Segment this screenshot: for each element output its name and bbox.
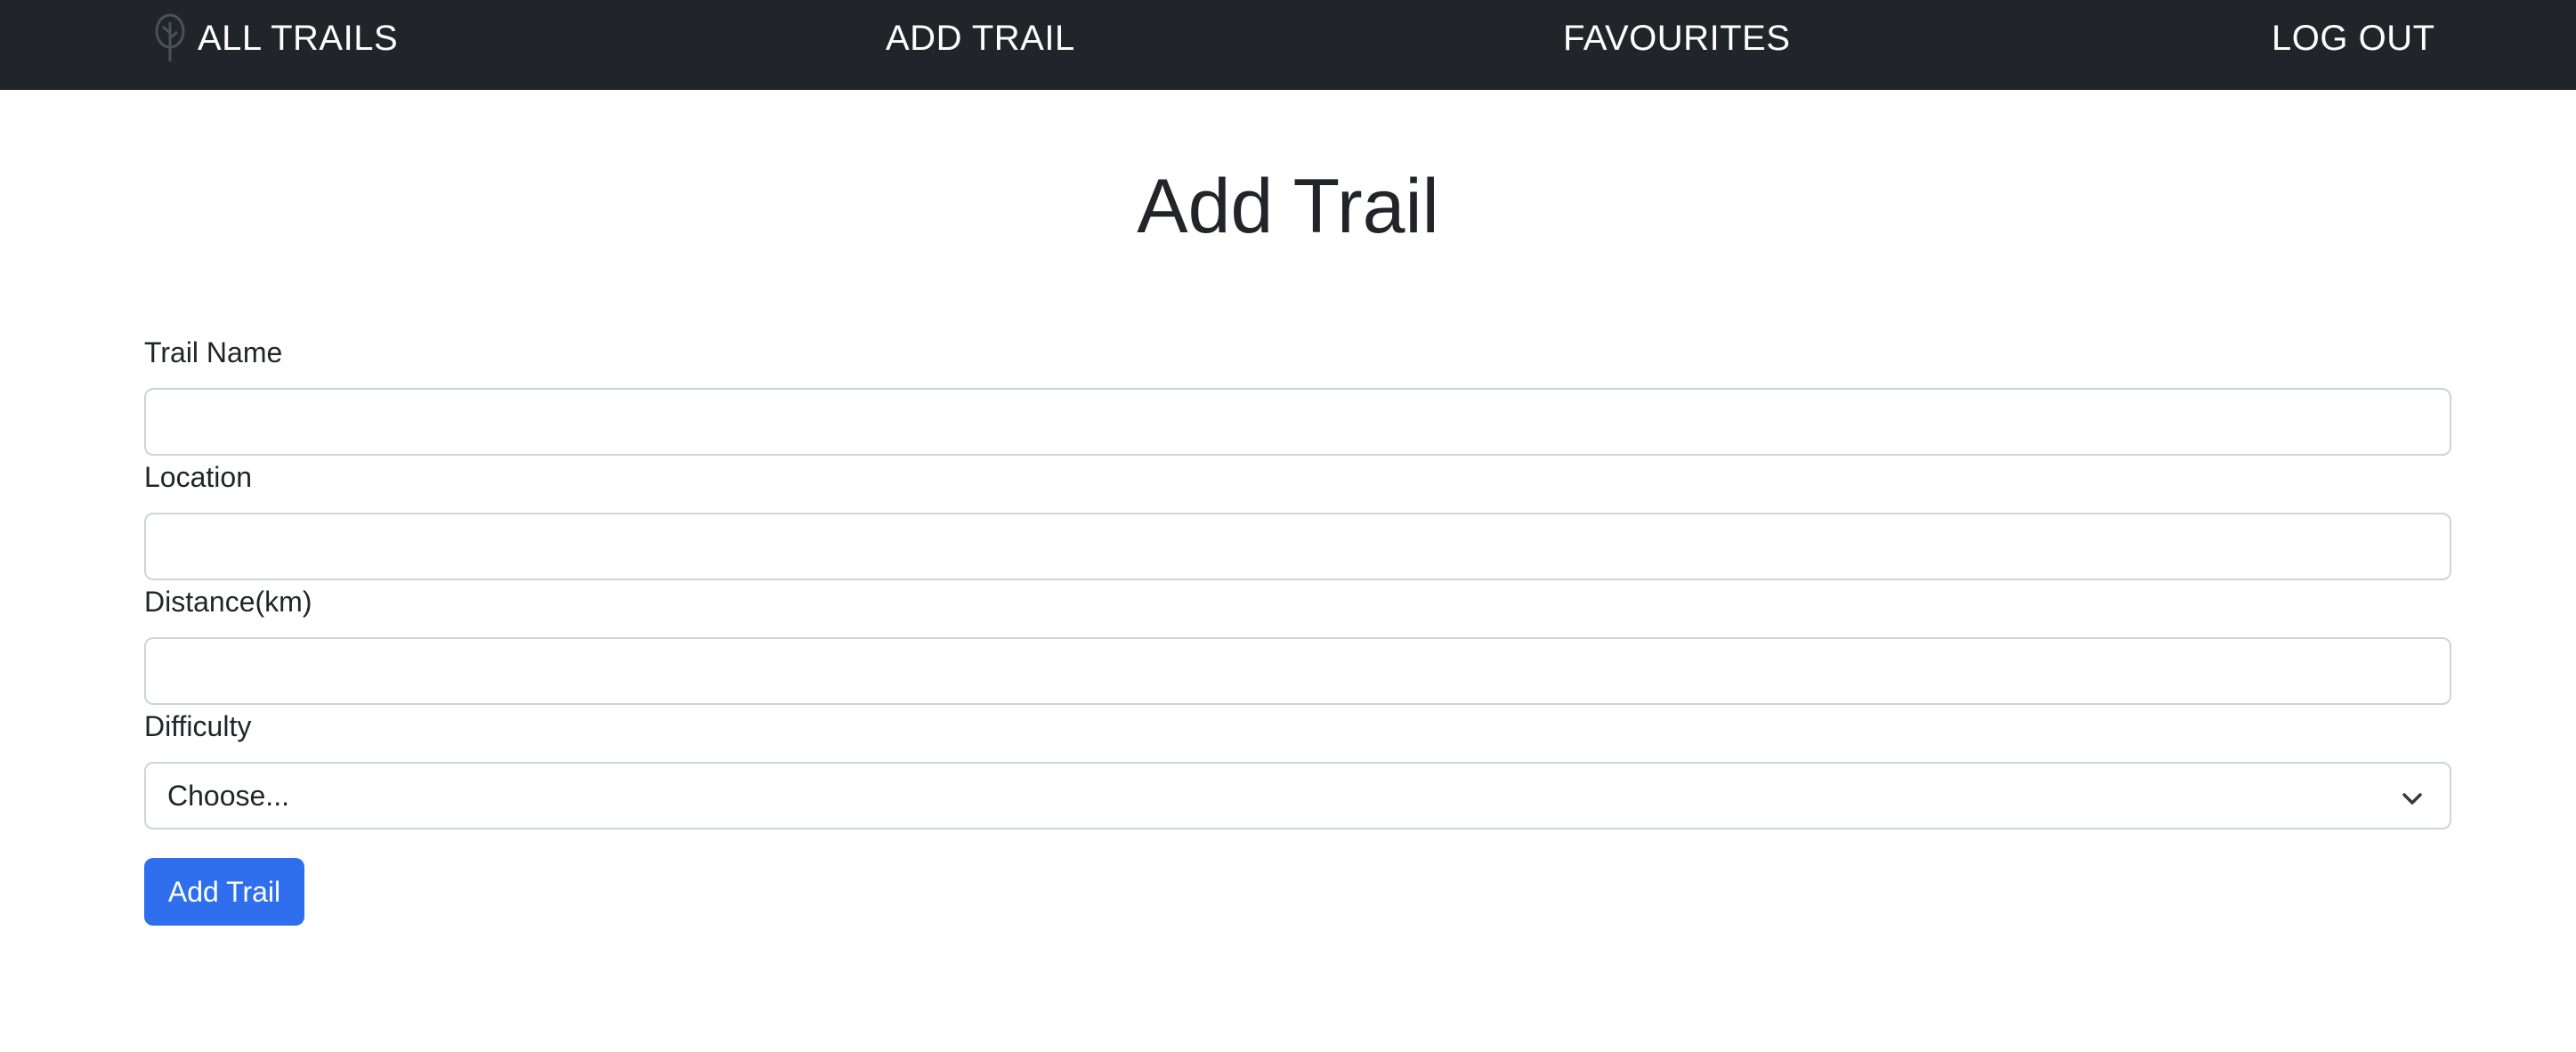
distance-label: Distance(km) xyxy=(144,586,312,618)
nav-logout-link[interactable]: LOG OUT xyxy=(2272,0,2435,77)
difficulty-select[interactable]: Choose... xyxy=(144,762,2451,829)
trail-name-label: Trail Name xyxy=(144,336,283,368)
nav-add-trail-link[interactable]: ADD TRAIL xyxy=(886,0,1075,77)
tree-icon xyxy=(151,13,189,63)
add-trail-button[interactable]: Add Trail xyxy=(144,858,304,926)
chevron-down-icon xyxy=(2400,785,2425,810)
nav-all-trails-link[interactable]: ALL TRAILS xyxy=(151,0,398,77)
difficulty-selected-value: Choose... xyxy=(167,779,289,812)
location-label: Location xyxy=(144,461,252,493)
page-title: Add Trail xyxy=(1137,164,1439,249)
nav-favourites-link[interactable]: FAVOURITES xyxy=(1563,0,1790,77)
nav-all-trails-label: ALL TRAILS xyxy=(198,18,399,58)
navbar: ALL TRAILS ADD TRAIL FAVOURITES LOG OUT xyxy=(0,0,2576,90)
trail-name-input[interactable] xyxy=(144,388,2451,456)
difficulty-label: Difficulty xyxy=(144,710,252,742)
distance-input[interactable] xyxy=(144,637,2451,705)
location-input[interactable] xyxy=(144,513,2451,580)
